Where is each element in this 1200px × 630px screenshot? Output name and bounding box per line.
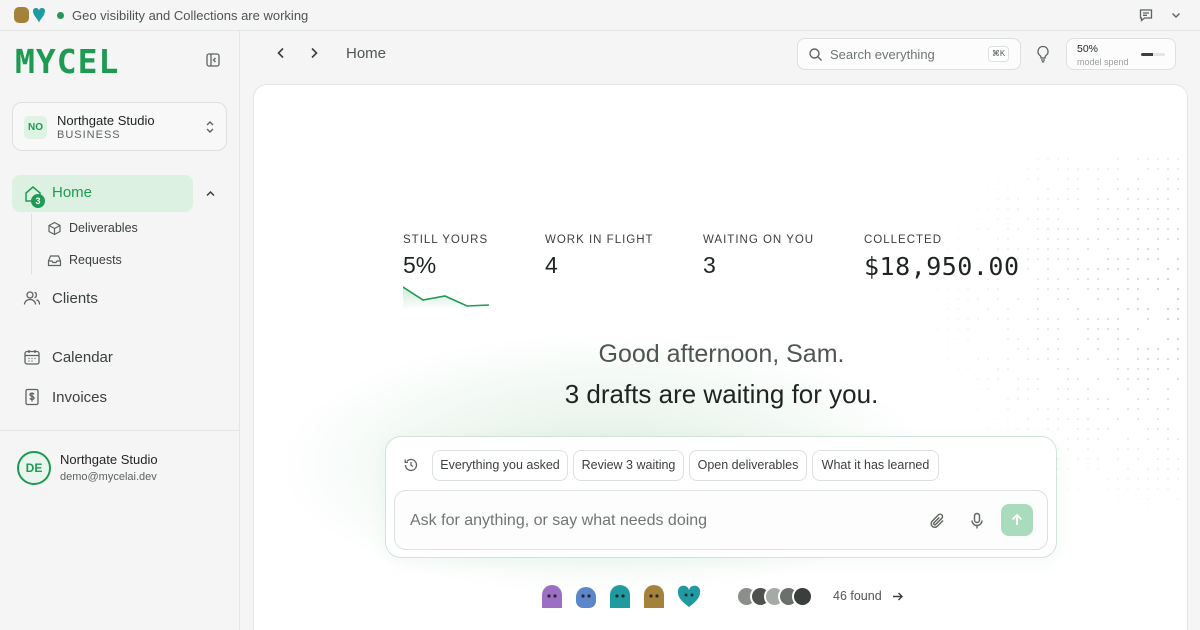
chip-open-deliverables[interactable]: Open deliverables [689,450,807,481]
sidebar-item-label: Home [52,184,93,201]
stat-value: 4 [545,252,558,278]
headline: 3 drafts are waiting for you. [564,379,879,409]
forward-arrow-icon[interactable] [307,46,321,60]
arrow-up-icon [1011,513,1023,525]
history-icon[interactable] [403,457,419,473]
chevron-down-icon[interactable] [1168,7,1184,23]
stat-value: 5% [403,252,437,278]
breadcrumb: Home [346,45,387,62]
status-text: Geo visibility and Collections are worki… [72,8,309,23]
sidebar-item-clients[interactable]: Clients [23,286,98,310]
back-arrow-icon[interactable] [274,46,288,60]
user-email: demo@mycelai.dev [60,471,157,483]
sidebar-divider [0,430,239,431]
main-panel: STILL YOURS 5% WORK IN FLIGHT 4 WAITING … [253,84,1188,630]
spend-label: model spend [1077,57,1129,67]
mycel-mini-logo-icon [14,7,45,23]
agent-ghost-gold-icon[interactable] [643,585,665,609]
sidebar-item-requests[interactable]: Requests [47,249,122,271]
box-icon [48,221,61,235]
workspace-name: Northgate Studio [57,113,155,128]
spend-value: 50% [1077,43,1099,55]
sidebar-item-label: Calendar [52,348,113,366]
search-shortcut: ⌘K [988,46,1009,62]
home-badge: 3 [31,194,45,208]
sidebar-collapse-icon[interactable] [205,52,221,68]
composer: Everything you asked Review 3 waiting Op… [385,436,1057,558]
stat-label: WORK IN FLIGHT [545,234,654,246]
agent-heart-icon[interactable] [677,585,701,609]
found-avatars[interactable] [736,586,816,608]
stat-value: $18,950.00 [864,252,1020,281]
workspace-plan: BUSINESS [57,129,121,141]
workspace-badge: NO [24,116,47,139]
agent-ghost-purple-icon[interactable] [541,585,563,609]
paperclip-icon[interactable] [929,512,946,530]
invoice-icon [25,388,39,406]
chip-everything-you-asked[interactable]: Everything you asked [432,450,568,481]
stat-still-yours: STILL YOURS 5% [403,234,488,279]
spend-fill [1141,53,1153,56]
avatar[interactable]: DE [17,451,51,485]
arrow-right-icon[interactable] [891,590,904,603]
sidebar-item-home[interactable]: 3 Home [12,175,193,212]
stat-collected: COLLECTED $18,950.00 [864,234,1020,281]
stat-label: COLLECTED [864,234,943,246]
sidebar-item-label: Deliverables [69,221,138,235]
sidebar-item-invoices[interactable]: Invoices [23,385,107,409]
stat-work-in-flight: WORK IN FLIGHT 4 [545,234,654,279]
chip-review-waiting[interactable]: Review 3 waiting [573,450,684,481]
sidebar-item-deliverables[interactable]: Deliverables [47,217,138,239]
sidebar-item-calendar[interactable]: Calendar [23,345,113,369]
sparkline [403,286,490,310]
avatar [792,586,813,607]
brand-logo[interactable]: MYCEL [15,42,119,81]
sidebar-item-label: Clients [52,289,98,307]
chevron-up-icon[interactable] [204,187,217,200]
stat-label: STILL YOURS [403,234,489,246]
search-icon [809,48,822,61]
top-status-bar: Geo visibility and Collections are worki… [0,0,1200,31]
chip-what-it-has-learned[interactable]: What it has learned [812,450,939,481]
microphone-icon[interactable] [969,512,985,530]
chevron-up-down-icon [206,121,214,133]
chat-icon[interactable] [1138,7,1154,23]
calendar-icon [24,350,40,365]
stat-label: WAITING ON YOU [703,234,815,246]
found-count[interactable]: 46 found [833,589,882,603]
model-spend-meter[interactable]: 50% model spend [1066,38,1176,70]
users-icon [23,291,41,305]
send-button[interactable] [1001,504,1033,536]
sidebar-item-label: Invoices [52,388,108,406]
subnav-guide-line [31,214,32,274]
search-input[interactable]: Search everything ⌘K [797,38,1021,70]
search-placeholder: Search everything [830,47,935,62]
agent-ghost-blue-icon[interactable] [575,585,597,609]
sidebar-item-label: Requests [69,253,122,267]
spend-track [1141,53,1165,56]
workspace-switcher[interactable]: NO Northgate Studio BUSINESS [12,102,227,151]
stat-waiting-on-you: WAITING ON YOU 3 [703,234,814,279]
ask-placeholder: Ask for anything, or say what needs doin… [410,512,708,529]
inbox-icon [47,254,62,266]
greeting: Good afternoon, Sam. [598,340,845,368]
user-name: Northgate Studio [60,452,158,467]
sidebar: MYCEL NO Northgate Studio BUSINESS 3 Hom… [0,31,240,630]
lightbulb-icon[interactable] [1035,45,1051,63]
ask-input[interactable]: Ask for anything, or say what needs doin… [394,490,1048,550]
agent-ghost-teal-icon[interactable] [609,585,631,609]
stat-value: 3 [703,252,716,278]
status-dot [57,12,64,19]
